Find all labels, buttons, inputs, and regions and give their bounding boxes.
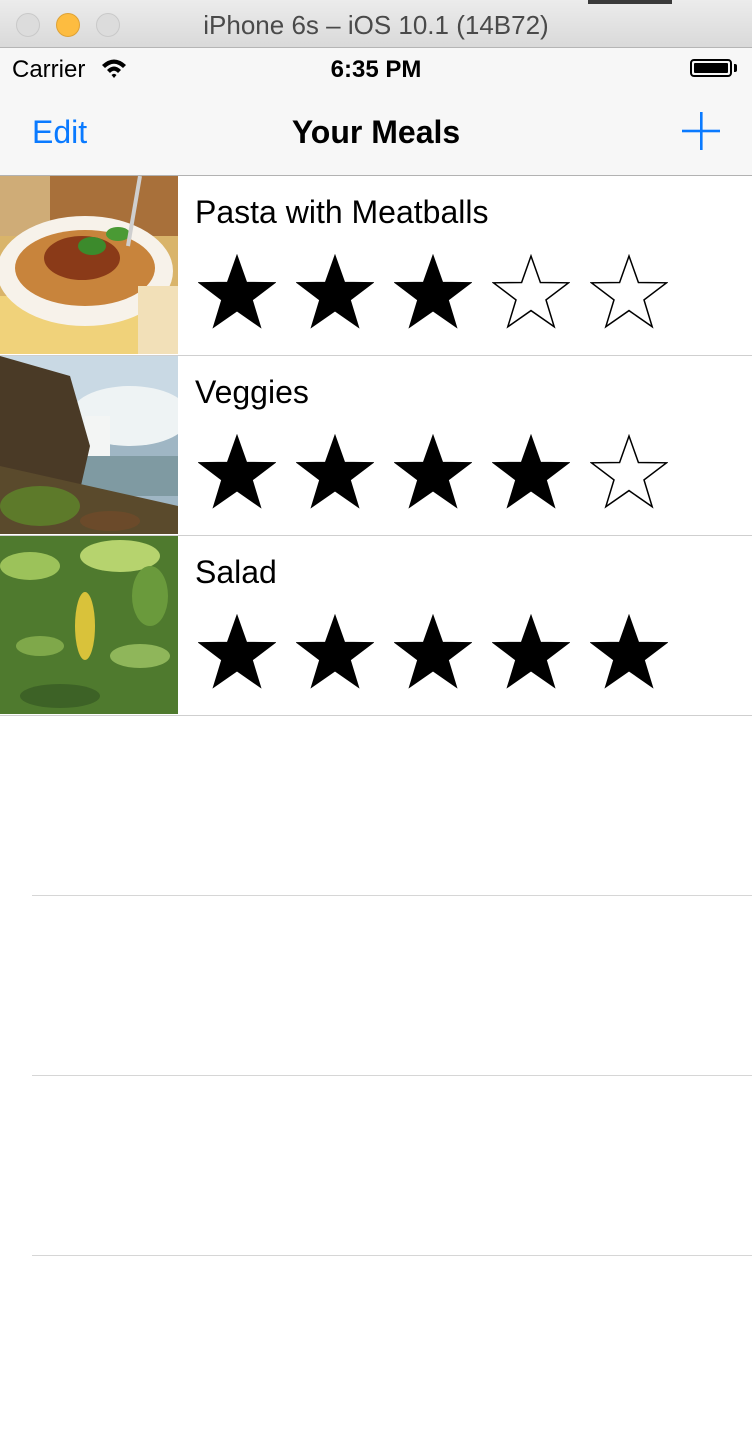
star-filled-icon[interactable] xyxy=(590,614,668,690)
star-filled-icon[interactable] xyxy=(492,614,570,690)
meal-row-pasta[interactable]: Pasta with Meatballs xyxy=(0,176,752,356)
meal-name: Pasta with Meatballs xyxy=(195,194,489,230)
rating-control[interactable] xyxy=(198,254,688,330)
star-empty-icon[interactable] xyxy=(492,254,570,330)
meal-name: Salad xyxy=(195,554,277,590)
meal-row-veggies[interactable]: Veggies xyxy=(0,356,752,536)
add-button[interactable] xyxy=(680,110,722,152)
star-filled-icon[interactable] xyxy=(394,254,472,330)
star-empty-icon[interactable] xyxy=(590,434,668,510)
star-filled-icon[interactable] xyxy=(198,434,276,510)
meals-table[interactable]: Pasta with Meatballs Veggies Salad xyxy=(0,176,752,1436)
battery-tip xyxy=(734,64,737,72)
titlebar-strip xyxy=(588,0,672,4)
status-bar: Carrier 6:35 PM xyxy=(0,48,752,88)
simulator-titlebar: iPhone 6s – iOS 10.1 (14B72) xyxy=(0,0,752,48)
star-filled-icon[interactable] xyxy=(394,614,472,690)
star-filled-icon[interactable] xyxy=(492,434,570,510)
rating-control[interactable] xyxy=(198,434,688,510)
row-separator xyxy=(32,895,752,896)
page-title: Your Meals xyxy=(291,114,461,150)
star-filled-icon[interactable] xyxy=(296,614,374,690)
star-empty-icon[interactable] xyxy=(590,254,668,330)
pasta-photo xyxy=(0,176,178,354)
status-time: 6:35 PM xyxy=(330,56,422,83)
battery-icon xyxy=(690,59,732,77)
star-filled-icon[interactable] xyxy=(296,434,374,510)
star-filled-icon[interactable] xyxy=(198,254,276,330)
meal-name: Veggies xyxy=(195,374,309,410)
row-separator xyxy=(32,1075,752,1076)
star-filled-icon[interactable] xyxy=(296,254,374,330)
waterfall-photo xyxy=(0,356,178,534)
navigation-bar: Edit Your Meals xyxy=(0,88,752,176)
star-filled-icon[interactable] xyxy=(198,614,276,690)
star-filled-icon[interactable] xyxy=(394,434,472,510)
rating-control[interactable] xyxy=(198,614,688,690)
leaves-photo xyxy=(0,536,178,714)
meal-row-salad[interactable]: Salad xyxy=(0,536,752,716)
window-title: iPhone 6s – iOS 10.1 (14B72) xyxy=(203,10,549,40)
plus-icon xyxy=(682,112,720,150)
empty-table-area xyxy=(0,716,752,1436)
row-separator xyxy=(32,1255,752,1256)
